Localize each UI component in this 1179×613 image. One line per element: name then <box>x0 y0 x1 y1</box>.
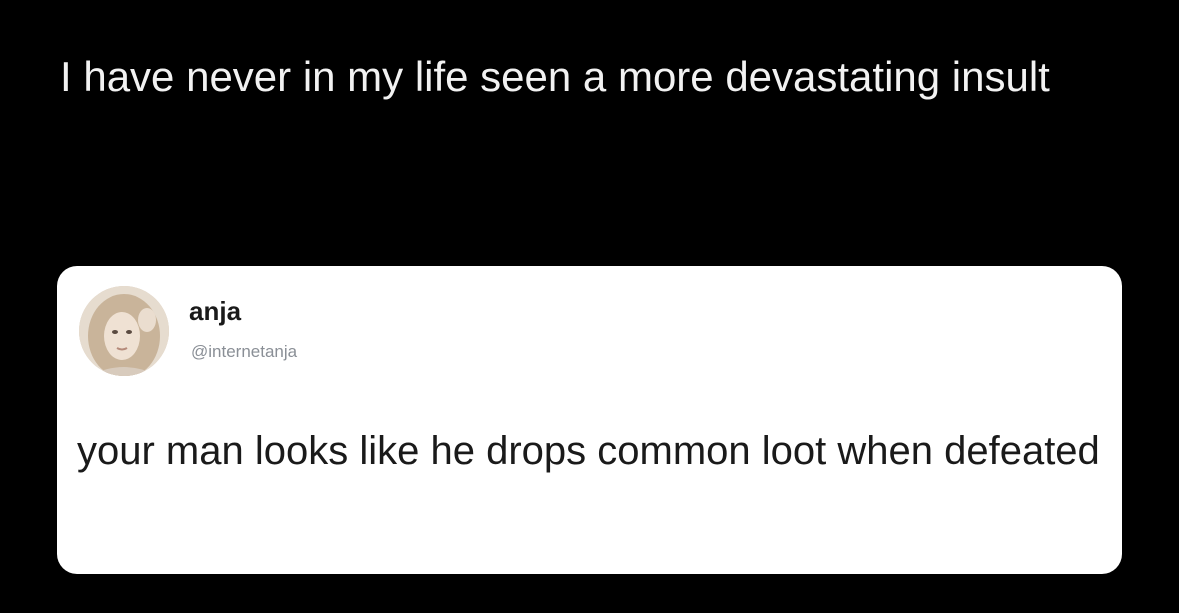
tweet-card[interactable]: anja @internetanja your man looks like h… <box>57 266 1122 574</box>
tweet-text: your man looks like he drops common loot… <box>77 429 1100 473</box>
post-caption: I have never in my life seen a more deva… <box>60 53 1050 100</box>
profile-photo-icon <box>79 286 169 376</box>
author-name[interactable]: anja <box>189 296 241 326</box>
avatar[interactable] <box>79 286 169 376</box>
author-handle[interactable]: @internetanja <box>191 342 297 362</box>
